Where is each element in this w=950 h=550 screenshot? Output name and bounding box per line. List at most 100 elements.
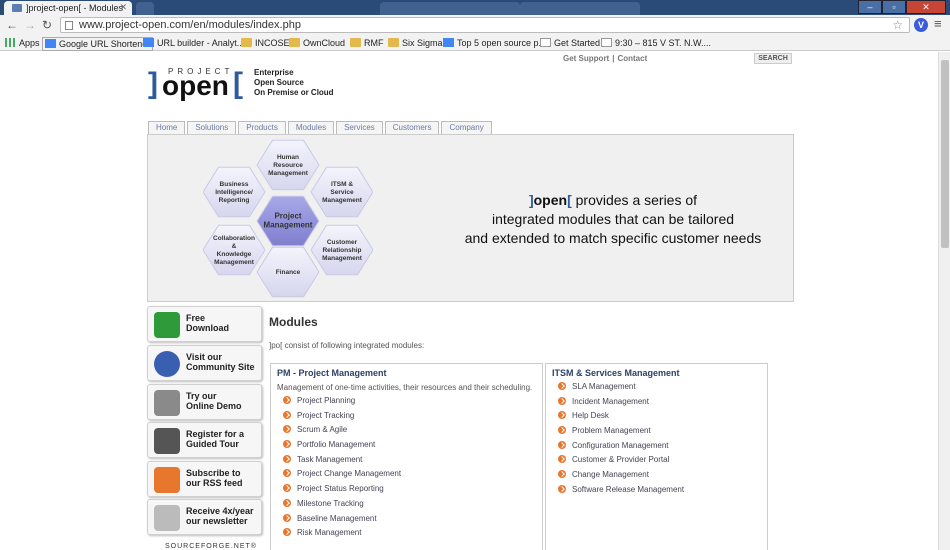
- sourceforge-logo[interactable]: SOURCEFORGE.NET®: [165, 543, 257, 550]
- module-list-item[interactable]: Change Management: [558, 469, 767, 484]
- sidebar-button-label: Receive 4x/year our newsletter: [186, 506, 254, 526]
- bullet-arrow-icon: [283, 484, 291, 493]
- bookmarks-bar: Apps Google URL Shortener URL builder - …: [0, 35, 950, 51]
- folder-icon: [388, 38, 399, 47]
- new-tab-button[interactable]: [136, 2, 154, 15]
- module-list-item[interactable]: Problem Management: [558, 425, 767, 440]
- folder-icon: [241, 38, 252, 47]
- scrollbar-thumb[interactable]: [941, 60, 949, 248]
- tagline: Enterprise Open Source On Premise or Clo…: [254, 68, 334, 97]
- module-list-item[interactable]: SLA Management: [558, 381, 767, 396]
- module-box-title[interactable]: PM - Project Management: [277, 368, 542, 378]
- url-text: www.project-open.com/en/modules/index.ph…: [79, 19, 301, 31]
- bullet-arrow-icon: [283, 410, 291, 419]
- project-open-logo[interactable]: PROJECT ] open [: [148, 67, 248, 103]
- vertical-scrollbar[interactable]: [938, 52, 950, 550]
- bookmark-folder[interactable]: INCOSE: [241, 37, 290, 49]
- hex-finance[interactable]: Finance: [256, 246, 320, 298]
- reload-icon[interactable]: ↻: [42, 18, 52, 32]
- sidebar-button-tour[interactable]: Register for a Guided Tour: [147, 422, 262, 458]
- sidebar-button-demo[interactable]: Try our Online Demo: [147, 384, 262, 420]
- pm-module-box: PM - Project Management Management of on…: [270, 363, 543, 550]
- hex-crm[interactable]: CustomerRelationshipManagement: [310, 224, 373, 276]
- module-list-item[interactable]: Milestone Tracking: [283, 498, 542, 513]
- module-list-item[interactable]: Task Management: [283, 454, 542, 469]
- module-list-item[interactable]: Baseline Management: [283, 513, 542, 528]
- nav-tab-company[interactable]: Company: [441, 121, 492, 134]
- tab-close-icon[interactable]: ✕: [119, 2, 127, 13]
- module-list-item[interactable]: Help Desk: [558, 410, 767, 425]
- search-button[interactable]: SEARCH: [754, 53, 792, 64]
- module-list-item[interactable]: Project Status Reporting: [283, 483, 542, 498]
- nav-tab-services[interactable]: Services: [336, 121, 383, 134]
- hex-ck[interactable]: Collaboration&KnowledgeManagement: [203, 224, 266, 276]
- bookmark-folder[interactable]: OwnCloud: [289, 37, 345, 49]
- hex-label: Project: [274, 212, 301, 221]
- nav-tab-home[interactable]: Home: [148, 121, 186, 134]
- nav-tab-products[interactable]: Products: [238, 121, 286, 134]
- hex-label: Intelligence/: [215, 189, 253, 196]
- module-list-item[interactable]: Risk Management: [283, 527, 542, 542]
- hex-label: Service: [330, 189, 354, 196]
- hex-label: Management: [214, 259, 255, 266]
- web-page: Get Support | Contact SEARCH PROJECT ] ope…: [0, 52, 938, 550]
- bookmark-item[interactable]: Get Started: [540, 37, 600, 49]
- bookmark-item[interactable]: Google URL Shortener: [42, 37, 154, 51]
- module-list-item[interactable]: Portfolio Management: [283, 439, 542, 454]
- bookmark-item[interactable]: 9:30 – 815 V ST. N.W....: [601, 37, 711, 49]
- banner-text: ]open[ provides a series of integrated m…: [464, 192, 762, 246]
- bullet-arrow-icon: [283, 425, 291, 434]
- hex-label: Management: [268, 170, 309, 177]
- module-list-item[interactable]: Incident Management: [558, 396, 767, 411]
- nav-tab-modules[interactable]: Modules: [287, 121, 335, 134]
- bookmark-folder[interactable]: RMF: [350, 37, 384, 49]
- module-box-title[interactable]: ITSM & Services Management: [552, 368, 767, 378]
- hex-itsm[interactable]: ITSM &ServiceManagement: [310, 166, 373, 218]
- tour-icon: [154, 428, 180, 454]
- folder-icon: [350, 38, 361, 47]
- hex-pm[interactable]: ProjectManagement: [256, 195, 320, 247]
- module-list-item[interactable]: Configuration Management: [558, 440, 767, 455]
- bullet-arrow-icon: [283, 513, 291, 522]
- bookmark-star-icon[interactable]: ☆: [892, 18, 903, 32]
- browser-menu-icon[interactable]: ≡: [934, 16, 942, 31]
- sidebar-button-download[interactable]: Free Download: [147, 306, 262, 342]
- contact-link[interactable]: Contact: [617, 54, 647, 63]
- hex-hr[interactable]: HumanResourceManagement: [256, 139, 320, 191]
- browser-tab[interactable]: ]project-open[ - Modules ✕: [4, 1, 132, 15]
- bullet-arrow-icon: [558, 411, 566, 420]
- bookmark-item[interactable]: URL builder - Analyt...: [143, 37, 244, 49]
- hex-label: Collaboration: [213, 235, 255, 242]
- sidebar-button-rss[interactable]: Subscribe to our RSS feed: [147, 461, 262, 497]
- background-tab[interactable]: [380, 2, 520, 15]
- bullet-arrow-icon: [283, 528, 291, 537]
- minimize-icon[interactable]: –: [858, 0, 882, 14]
- module-list-item[interactable]: Software Release Management: [558, 484, 767, 499]
- module-list-item[interactable]: Customer & Provider Portal: [558, 454, 767, 469]
- module-list-item[interactable]: Scrum & Agile: [283, 424, 542, 439]
- back-icon[interactable]: ←: [6, 18, 18, 32]
- module-list-item[interactable]: Project Change Management: [283, 468, 542, 483]
- sidebar-button-newsletter[interactable]: Receive 4x/year our newsletter: [147, 499, 262, 535]
- bookmark-folder[interactable]: Six Sigma: [388, 37, 443, 49]
- nav-tab-customers[interactable]: Customers: [384, 121, 440, 134]
- sidebar-button-community[interactable]: Visit our Community Site: [147, 345, 262, 381]
- hex-bi[interactable]: BusinessIntelligence/Reporting: [203, 166, 266, 218]
- extension-icon[interactable]: V: [914, 18, 928, 32]
- forward-icon[interactable]: →: [24, 18, 36, 32]
- background-tab[interactable]: [520, 2, 640, 15]
- bookmark-apps[interactable]: Apps: [5, 37, 40, 49]
- bookmark-item[interactable]: Top 5 open source p...: [443, 37, 546, 49]
- module-list-item[interactable]: Project Tracking: [283, 410, 542, 425]
- page-icon: [540, 38, 551, 47]
- url-input[interactable]: www.project-open.com/en/modules/index.ph…: [60, 17, 910, 33]
- module-hex-diagram: HumanResourceManagementITSM &ServiceMana…: [203, 139, 373, 298]
- nav-tab-solutions[interactable]: Solutions: [187, 121, 237, 134]
- window-close-icon[interactable]: ✕: [906, 0, 946, 14]
- hex-label: ITSM &: [331, 181, 353, 188]
- maximize-icon[interactable]: ▫: [882, 0, 906, 14]
- get-support-link[interactable]: Get Support: [563, 54, 609, 63]
- module-list-item[interactable]: Project Planning: [283, 395, 542, 410]
- page-icon: [65, 21, 73, 30]
- bullet-arrow-icon: [558, 470, 566, 479]
